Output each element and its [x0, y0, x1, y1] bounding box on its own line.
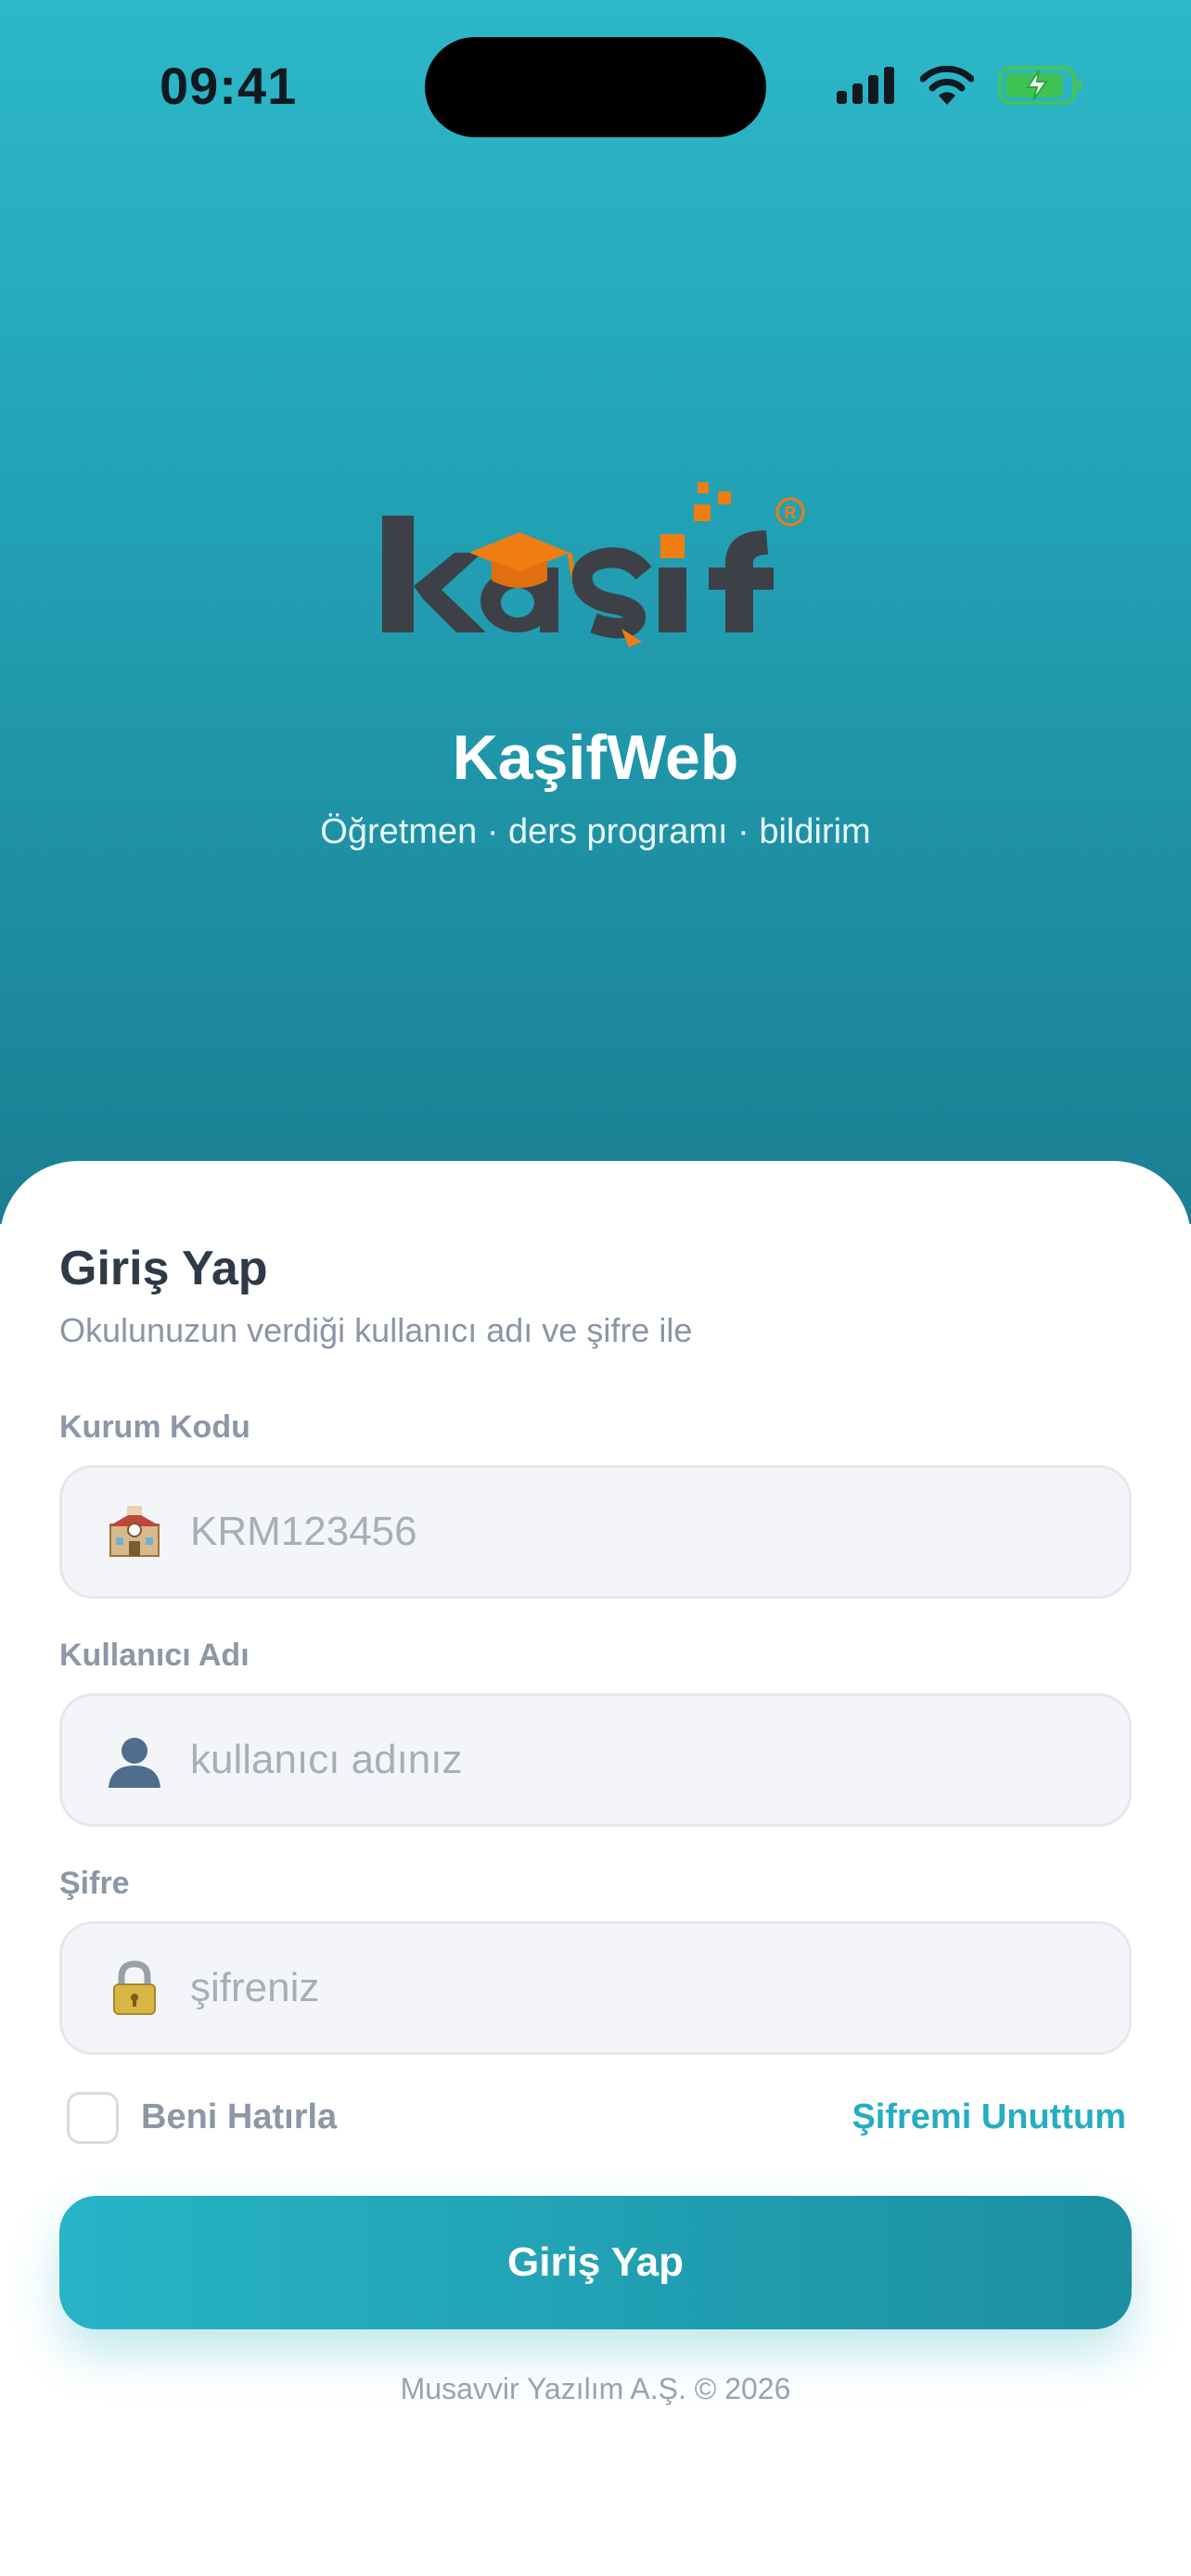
password-field[interactable]: [59, 1921, 1132, 2055]
login-subtitle: Okulunuzun verdiği kullanıcı adı ve şifr…: [59, 1311, 693, 1349]
institution-code-field[interactable]: [59, 1465, 1132, 1599]
battery-charging-icon: [998, 66, 1082, 105]
footer-copyright: Musavvir Yazılım A.Ş. © 2026: [400, 2372, 791, 2405]
password-input[interactable]: [190, 1965, 1101, 2011]
password-label: Şifre: [59, 1866, 130, 1901]
lock-icon: [97, 1951, 172, 2025]
login-card: Giriş Yap Okulunuzun verdiği kullanıcı a…: [0, 1161, 1191, 2576]
user-silhouette-icon: [97, 1723, 172, 1797]
wifi-icon: [920, 66, 974, 105]
institution-code-label: Kurum Kodu: [59, 1409, 250, 1445]
school-building-icon: [97, 1495, 172, 1569]
status-icons: [837, 59, 1083, 111]
status-time: 09:41: [160, 57, 298, 115]
username-field[interactable]: [59, 1693, 1132, 1827]
remember-me-label[interactable]: Beni Hatırla: [141, 2098, 337, 2137]
remember-row: Beni Hatırla Şifremi Unuttum: [59, 2088, 1132, 2148]
hero-background: 09:41 R KaşifWeb Öğretmen · ders program…: [0, 0, 1191, 1224]
forgot-password-link[interactable]: Şifremi Unuttum: [852, 2098, 1126, 2137]
cellular-signal-icon: [837, 67, 894, 104]
kasif-logo: R: [382, 482, 805, 647]
login-button[interactable]: Giriş Yap: [59, 2196, 1132, 2329]
status-bar: 09:41: [0, 0, 1191, 167]
remember-me-checkbox[interactable]: [67, 2092, 119, 2144]
dynamic-island: [425, 37, 766, 137]
svg-text:R: R: [785, 504, 797, 522]
app-tagline: Öğretmen · ders programı · bildirim: [320, 812, 871, 851]
app-name: KaşifWeb: [452, 722, 739, 793]
login-title: Giriş Yap: [59, 1242, 268, 1295]
username-input[interactable]: [190, 1737, 1101, 1783]
username-label: Kullanıcı Adı: [59, 1638, 250, 1673]
institution-code-input[interactable]: [190, 1509, 1101, 1555]
